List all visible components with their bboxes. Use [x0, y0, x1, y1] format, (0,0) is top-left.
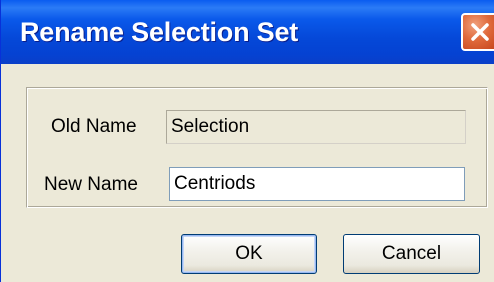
ok-button[interactable]: OK — [181, 234, 317, 274]
ok-button-label: OK — [235, 243, 263, 264]
cancel-button-label: Cancel — [381, 243, 442, 264]
rename-selection-set-dialog: Rename Selection Set Old Name Selection … — [0, 0, 494, 282]
new-name-label: New Name — [44, 174, 138, 195]
close-button[interactable] — [461, 13, 494, 51]
old-name-field: Selection — [166, 110, 466, 144]
new-name-input[interactable]: Centriods — [169, 167, 465, 201]
title-bar[interactable]: Rename Selection Set — [1, 0, 494, 64]
cancel-button[interactable]: Cancel — [343, 234, 480, 274]
dialog-title: Rename Selection Set — [20, 17, 299, 47]
close-x-icon — [471, 23, 489, 41]
old-name-label: Old Name — [51, 116, 137, 137]
